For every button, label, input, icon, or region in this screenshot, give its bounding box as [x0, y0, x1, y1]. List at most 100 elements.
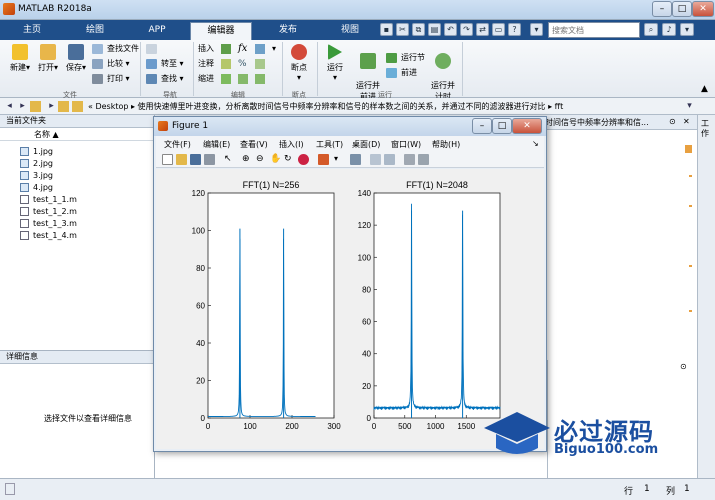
increase-indent-icon[interactable] — [238, 74, 248, 84]
comment-icon[interactable] — [221, 59, 231, 69]
brush-icon[interactable] — [318, 154, 329, 165]
editor-tab-title[interactable]: 散时间信号中频率分辨率和信... — [537, 117, 649, 128]
name-column-header[interactable]: 名称 ▲ — [0, 129, 154, 141]
data-cursor-icon[interactable] — [298, 154, 309, 165]
percent-icon[interactable]: % — [238, 59, 247, 69]
zoom-out-icon[interactable]: ⊖ — [256, 154, 267, 165]
path-breadcrumb[interactable]: « Desktop ▸ 使用快速傅里叶进变换，分析离散时间信号中频率分辨率和信号… — [88, 101, 563, 112]
pointer-icon[interactable]: ↖ — [224, 154, 235, 165]
file-item[interactable]: test_1_4.m — [20, 230, 77, 241]
rotate-3d-icon[interactable]: ↻ — [284, 154, 295, 165]
panel-close-icon[interactable]: ✕ — [683, 117, 690, 126]
menu-dock-icon[interactable]: ↘ — [532, 139, 539, 148]
file-item[interactable]: 3.jpg — [20, 170, 53, 181]
goto-button[interactable]: 转至 ▾ — [146, 58, 184, 70]
menu-help[interactable]: 帮助(H) — [432, 139, 460, 150]
undo-quick-icon[interactable]: ↶ — [444, 23, 457, 36]
figure-close-button[interactable]: ✕ — [512, 118, 542, 134]
redo-quick-icon[interactable]: ↷ — [460, 23, 473, 36]
workspace-tab[interactable]: 工作 — [701, 119, 713, 139]
menu-window[interactable]: 窗口(W) — [391, 139, 421, 150]
dropdown-quick-icon[interactable]: ▾ — [530, 23, 543, 36]
comment-button[interactable]: 注释 — [198, 58, 214, 70]
warning-mark[interactable] — [689, 205, 692, 207]
back-icon[interactable]: ◂ — [4, 101, 15, 112]
tab-editor[interactable]: 编辑器 — [190, 22, 252, 40]
folder-up-icon[interactable] — [30, 101, 41, 112]
menu-insert[interactable]: 插入(I) — [279, 139, 304, 150]
panel-menu-icon[interactable]: ⊙ — [669, 117, 676, 126]
open-file-icon[interactable] — [176, 154, 187, 165]
file-item[interactable]: test_1_2.m — [20, 206, 77, 217]
help-quick-icon[interactable]: ? — [508, 23, 521, 36]
browse-icon[interactable] — [58, 101, 69, 112]
figure-maximize-button[interactable]: □ — [492, 118, 512, 134]
switch-window-icon[interactable]: ⇄ — [476, 23, 489, 36]
file-item[interactable]: test_1_3.m — [20, 218, 77, 229]
legend-icon[interactable] — [384, 154, 395, 165]
browse-folder-icon[interactable]: ▸ — [46, 101, 57, 112]
insert-function-icon[interactable] — [255, 44, 265, 54]
figure-minimize-button[interactable]: – — [472, 118, 492, 134]
print-figure-icon[interactable] — [204, 154, 215, 165]
smart-indent-icon[interactable] — [221, 74, 231, 84]
show-tools-icon[interactable] — [418, 154, 429, 165]
insert-button[interactable]: 插入 — [198, 43, 214, 55]
file-item[interactable]: 4.jpg — [20, 182, 53, 193]
menu-tools[interactable]: 工具(T) — [316, 139, 343, 150]
collapse-ribbon-icon[interactable]: ▲ — [701, 84, 708, 94]
save-button[interactable]: 保存▾ — [62, 44, 90, 73]
bell-icon[interactable]: ♪ — [662, 23, 676, 36]
warning-mark[interactable] — [689, 175, 692, 177]
tab-apps[interactable]: APP — [130, 22, 184, 40]
find-file-button[interactable]: 查找文件 — [92, 43, 139, 55]
file-item[interactable]: 1.jpg — [20, 146, 53, 157]
maximize-button[interactable]: □ — [672, 1, 692, 17]
run-button[interactable]: 运行 ▾ — [320, 44, 350, 82]
save-quick-icon[interactable]: ▪ — [380, 23, 393, 36]
tab-plots[interactable]: 绘图 — [66, 22, 124, 40]
insert-dropdown-icon[interactable]: ▾ — [272, 44, 276, 53]
print-button[interactable]: 打印 ▾ — [92, 73, 130, 85]
run-section-button[interactable]: 运行节 — [386, 52, 425, 64]
search-documentation-input[interactable] — [548, 22, 640, 38]
fx-icon[interactable]: fx — [238, 43, 247, 54]
search-icon[interactable]: ⌕ — [644, 23, 658, 36]
brush-dropdown-icon[interactable]: ▾ — [334, 154, 345, 165]
close-button[interactable]: ✕ — [692, 1, 714, 17]
copy-quick-icon[interactable]: ⧉ — [412, 23, 425, 36]
back-forward-button[interactable] — [146, 43, 169, 55]
run-and-time-button[interactable]: 运行并 计时 — [428, 44, 458, 102]
menu-view[interactable]: 查看(V) — [240, 139, 268, 150]
compare-button[interactable]: 比较 ▾ — [92, 58, 130, 70]
breakpoints-button[interactable]: 断点 ▾ — [284, 44, 314, 82]
find-button[interactable]: 查找 ▾ — [146, 73, 184, 85]
open-button[interactable]: 打开▾ — [34, 44, 62, 73]
minimize-button[interactable]: – — [652, 1, 672, 17]
zoom-in-icon[interactable]: ⊕ — [242, 154, 253, 165]
path-dropdown-icon[interactable]: ▾ — [684, 101, 695, 112]
menu-file[interactable]: 文件(F) — [164, 139, 191, 150]
expand-icon[interactable]: ▾ — [680, 23, 694, 36]
colorbar-icon[interactable] — [370, 154, 381, 165]
save-figure-icon[interactable] — [190, 154, 201, 165]
link-plot-icon[interactable] — [350, 154, 361, 165]
workspace-menu-icon[interactable]: ⊙ — [680, 362, 687, 371]
warning-mark[interactable] — [689, 310, 692, 312]
file-item[interactable]: test_1_1.m — [20, 194, 77, 205]
forward-icon[interactable]: ▸ — [17, 101, 28, 112]
paste-quick-icon[interactable]: ▤ — [428, 23, 441, 36]
warning-mark[interactable] — [689, 265, 692, 267]
new-button[interactable]: 新建▾ — [6, 44, 34, 73]
indent-button[interactable]: 缩进 — [198, 73, 214, 85]
advance-button[interactable]: 前进 — [386, 67, 417, 79]
new-figure-icon[interactable] — [162, 154, 173, 165]
code-analyzer-marker[interactable] — [685, 145, 692, 153]
insert-section-icon[interactable] — [221, 44, 231, 54]
pan-hand-icon[interactable]: ✋ — [270, 154, 281, 165]
wrap-comments-icon[interactable] — [255, 59, 265, 69]
hide-tools-icon[interactable] — [404, 154, 415, 165]
tab-publish[interactable]: 发布 — [258, 22, 318, 40]
menu-edit[interactable]: 编辑(E) — [203, 139, 230, 150]
tab-view[interactable]: 视图 — [322, 22, 378, 40]
